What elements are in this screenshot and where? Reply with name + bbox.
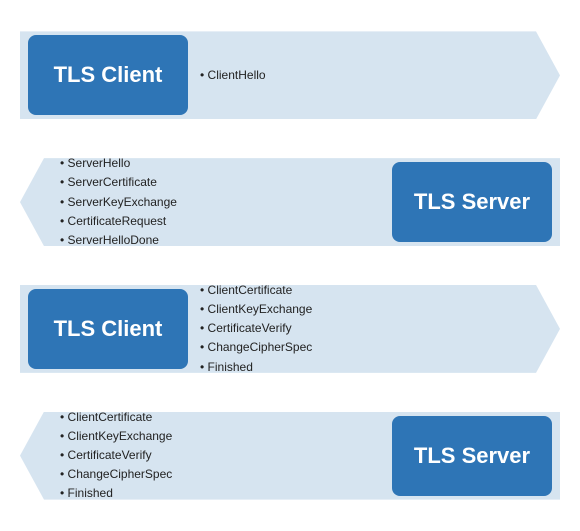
message-list-1: ClientHello xyxy=(200,66,266,85)
message-item: ClientCertificate xyxy=(200,281,312,300)
server-label-1: TLS Server xyxy=(414,189,530,215)
message-item: CertificateRequest xyxy=(60,212,177,231)
arrow-left-4: TLS Server ClientCertificateClientKeyExc… xyxy=(20,412,560,500)
message-item: ClientKeyExchange xyxy=(200,300,312,319)
message-item: Finished xyxy=(200,358,312,377)
tls-handshake-row-3: TLS Client ClientCertificateClientKeyExc… xyxy=(20,274,560,384)
client-label-1: TLS Client xyxy=(54,62,163,88)
message-list-3: ClientCertificateClientKeyExchangeCertif… xyxy=(200,281,312,377)
message-item: ServerHelloDone xyxy=(60,231,177,250)
message-list-2: ServerHelloServerCertificateServerKeyExc… xyxy=(60,154,177,250)
message-item: ClientKeyExchange xyxy=(60,427,172,446)
message-item: ClientHello xyxy=(200,66,266,85)
message-item: ChangeCipherSpec xyxy=(200,338,312,357)
tls-handshake-row-4: TLS Server ClientCertificateClientKeyExc… xyxy=(20,401,560,511)
tls-handshake-row-1: TLS Client ClientHello xyxy=(20,20,560,130)
message-item: Finished xyxy=(60,484,172,503)
tls-client-box-1: TLS Client xyxy=(28,35,188,115)
message-item: ChangeCipherSpec xyxy=(60,465,172,484)
message-item: CertificateVerify xyxy=(60,446,172,465)
tls-server-box-2: TLS Server xyxy=(392,416,552,496)
arrow-right-3: TLS Client ClientCertificateClientKeyExc… xyxy=(20,285,560,373)
message-item: ServerCertificate xyxy=(60,173,177,192)
message-list-4: ClientCertificateClientKeyExchangeCertif… xyxy=(60,408,172,504)
tls-server-box-1: TLS Server xyxy=(392,162,552,242)
message-item: ServerHello xyxy=(60,154,177,173)
arrow-left-2: TLS Server ServerHelloServerCertificateS… xyxy=(20,158,560,246)
tls-client-box-2: TLS Client xyxy=(28,289,188,369)
tls-handshake-row-2: TLS Server ServerHelloServerCertificateS… xyxy=(20,147,560,257)
message-item: ClientCertificate xyxy=(60,408,172,427)
message-item: CertificateVerify xyxy=(200,319,312,338)
client-label-2: TLS Client xyxy=(54,316,163,342)
message-item: ServerKeyExchange xyxy=(60,193,177,212)
server-label-2: TLS Server xyxy=(414,443,530,469)
arrow-right-1: TLS Client ClientHello xyxy=(20,31,560,119)
